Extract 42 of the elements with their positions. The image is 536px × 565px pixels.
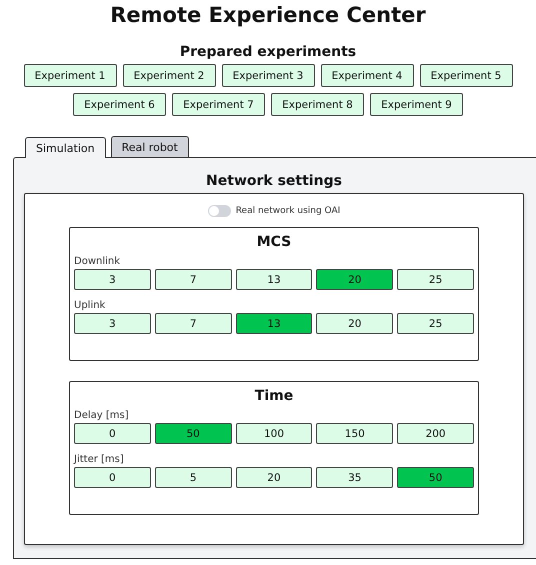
option-button[interactable]: 7 (154, 313, 232, 334)
option-button[interactable]: 3 (74, 313, 151, 334)
option-button[interactable]: 20 (316, 269, 394, 290)
option-button[interactable]: 25 (397, 269, 474, 290)
option-button[interactable]: 50 (397, 467, 474, 488)
field-label: Uplink (74, 300, 106, 311)
option-button[interactable]: 13 (236, 313, 312, 334)
tab[interactable]: Real robot (110, 136, 189, 157)
option-button[interactable]: 100 (236, 423, 312, 444)
experiment-button[interactable]: Experiment 7 (172, 93, 265, 116)
field-label: Jitter [ms] (74, 454, 125, 465)
section-heading: Prepared experiments (178, 44, 358, 60)
experiment-button[interactable]: Experiment 6 (73, 93, 166, 116)
experiment-button[interactable]: Experiment 5 (420, 64, 512, 87)
tab[interactable]: Simulation (25, 137, 106, 158)
group-title: MCS (256, 234, 292, 250)
option-button[interactable]: 5 (154, 467, 232, 488)
experiment-button[interactable]: Experiment 2 (122, 64, 216, 87)
section-heading: Network settings (205, 173, 343, 189)
field-label: Delay [ms] (74, 410, 130, 421)
experiment-button[interactable]: Experiment 1 (24, 64, 116, 87)
group-title: Time (254, 388, 294, 404)
option-button[interactable]: 25 (397, 313, 474, 334)
experiment-button[interactable]: Experiment 3 (222, 64, 314, 87)
experiment-button[interactable]: Experiment 9 (370, 93, 463, 116)
option-button[interactable]: 200 (397, 423, 474, 444)
option-button[interactable]: 50 (154, 423, 232, 444)
option-button[interactable]: 7 (154, 269, 232, 290)
option-button[interactable]: 20 (236, 467, 312, 488)
option-button[interactable]: 20 (316, 313, 394, 334)
field-label: Downlink (74, 256, 122, 267)
experiment-button[interactable]: Experiment 4 (320, 64, 414, 87)
option-button[interactable]: 0 (74, 467, 151, 488)
experiment-button[interactable]: Experiment 8 (271, 93, 364, 116)
option-button[interactable]: 3 (74, 269, 151, 290)
page-title: Remote Experience Center (109, 3, 427, 27)
toggle-switch[interactable] (208, 205, 231, 217)
option-button[interactable]: 35 (316, 467, 394, 488)
option-button[interactable]: 0 (74, 423, 151, 444)
option-button[interactable]: 150 (316, 423, 394, 444)
option-button[interactable]: 13 (236, 269, 312, 290)
toggle-label: Real network using OAI (236, 206, 340, 216)
